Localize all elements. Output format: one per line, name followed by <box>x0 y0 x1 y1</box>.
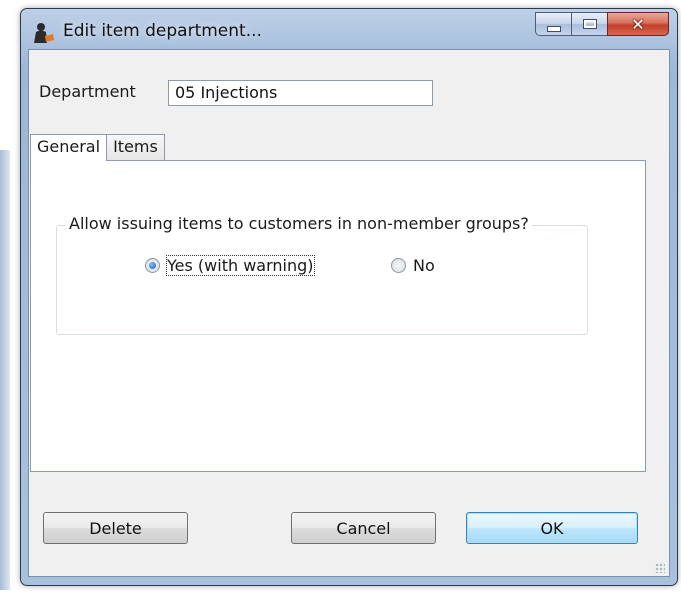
caption-buttons: ✕ <box>535 12 669 36</box>
window-title: Edit item department... <box>63 21 262 41</box>
background-window-edge <box>0 150 10 590</box>
dialog-window: Edit item department... ✕ Department 05 … <box>20 8 678 586</box>
person-icon <box>34 23 54 43</box>
maximize-button[interactable] <box>571 12 607 36</box>
title-bar[interactable]: Edit item department... ✕ <box>21 9 677 51</box>
option-no-label: No <box>413 256 435 275</box>
dialog-body: Department 05 Injections General Items A… <box>28 49 670 577</box>
tab-strip: General Items <box>30 134 165 161</box>
group-question: Allow issuing items to customers in non-… <box>66 214 532 233</box>
resize-grip[interactable] <box>655 563 665 573</box>
maximize-icon <box>582 19 597 29</box>
tab-general[interactable]: General <box>30 134 108 161</box>
tab-items[interactable]: Items <box>106 134 165 160</box>
non-member-groups-box: Allow issuing items to customers in non-… <box>56 214 588 335</box>
department-label: Department <box>39 82 136 101</box>
cancel-button[interactable]: Cancel <box>291 512 436 544</box>
close-icon: ✕ <box>631 14 645 34</box>
department-field[interactable]: 05 Injections <box>168 80 433 106</box>
minimize-button[interactable] <box>535 12 571 36</box>
minimize-icon <box>546 25 561 32</box>
delete-button[interactable]: Delete <box>43 512 188 544</box>
option-no[interactable]: No <box>391 256 435 275</box>
option-yes[interactable]: Yes (with warning) <box>145 255 315 276</box>
radio-yes[interactable] <box>145 258 160 273</box>
close-button[interactable]: ✕ <box>607 12 669 36</box>
general-tab-panel: Allow issuing items to customers in non-… <box>30 160 646 472</box>
radio-no[interactable] <box>391 258 406 273</box>
ok-button[interactable]: OK <box>466 512 638 544</box>
option-yes-label: Yes (with warning) <box>166 255 315 276</box>
